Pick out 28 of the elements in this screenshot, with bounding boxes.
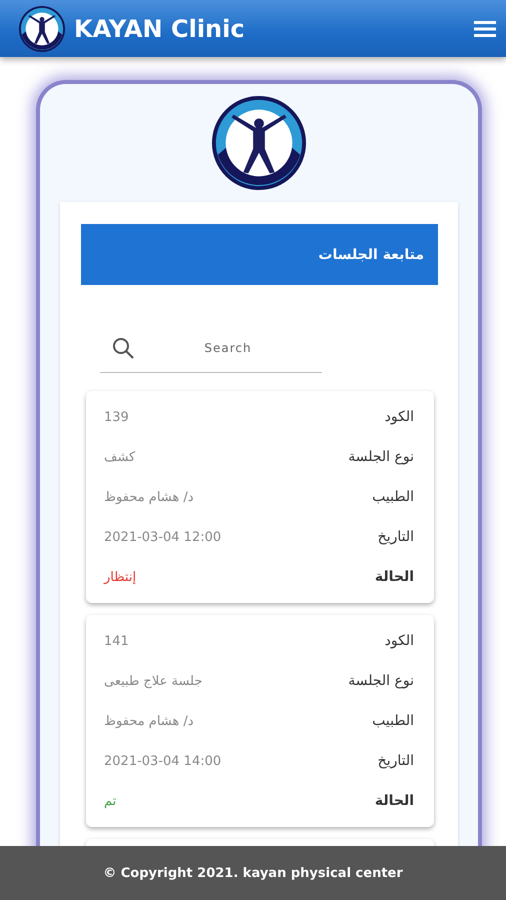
field-value: 2021-03-04 14:00 xyxy=(104,754,222,768)
app-title: KAYAN Clinic xyxy=(74,14,246,42)
field-value: 139 xyxy=(104,410,129,424)
logo-icon xyxy=(18,4,66,52)
menu-icon[interactable] xyxy=(474,20,496,36)
field-label: التاريخ xyxy=(378,529,414,545)
field-label: نوع الجلسة xyxy=(348,449,414,465)
search-icon xyxy=(112,336,134,358)
field-value: كشف xyxy=(104,450,136,464)
logo-icon xyxy=(210,94,308,192)
field-label: الحالة xyxy=(374,569,414,585)
section-heading: متابعة الجلسات xyxy=(81,224,438,285)
field-label: الحالة xyxy=(374,793,414,809)
field-label: الطبيب xyxy=(372,713,414,729)
field-label: الكود xyxy=(384,409,414,425)
field-label: الكود xyxy=(384,633,414,649)
field-label: التاريخ xyxy=(378,753,414,769)
field-label: الطبيب xyxy=(372,489,414,505)
field-value: 2021-03-04 12:00 xyxy=(104,530,222,544)
search-field[interactable]: Search xyxy=(134,326,322,368)
status-value: إنتظار xyxy=(104,570,136,584)
field-label: نوع الجلسة xyxy=(348,673,414,689)
field-value: جلسة علاج طبيعى xyxy=(104,674,202,688)
field-value: 141 xyxy=(104,634,129,648)
copyright-text: © Copyright 2021. kayan physical center xyxy=(103,866,403,880)
status-value: تم xyxy=(104,794,116,808)
field-value: د/ هشام محفوظ xyxy=(104,714,194,728)
field-value: د/ هشام محفوظ xyxy=(104,490,194,504)
